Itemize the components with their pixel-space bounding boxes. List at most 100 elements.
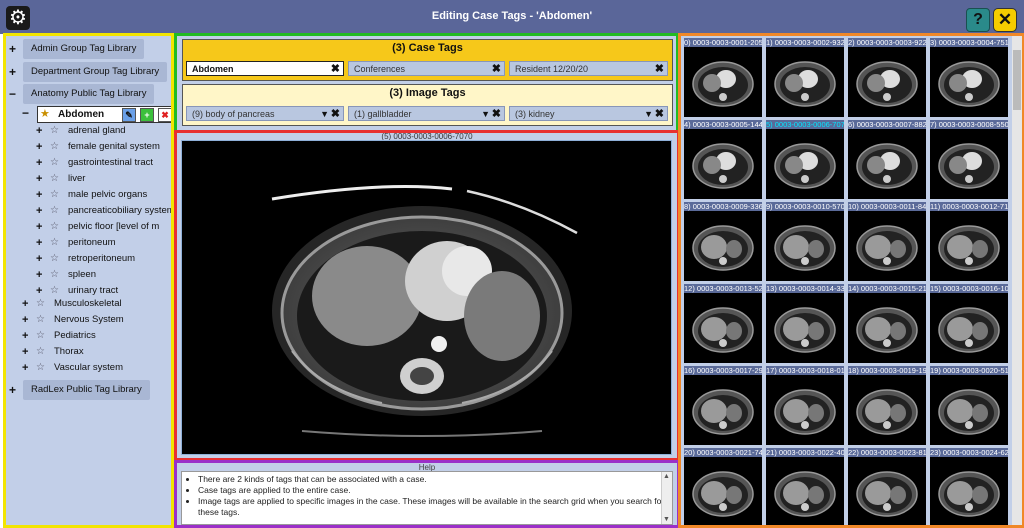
filter-icon[interactable]: ▼ — [644, 107, 653, 122]
tree-item-label: pelvic floor [level of m — [68, 221, 160, 232]
expand-icon[interactable]: + — [36, 155, 42, 171]
star-icon[interactable]: ☆ — [36, 312, 45, 328]
star-icon[interactable]: ☆ — [50, 203, 59, 219]
image-thumbnail[interactable]: 23) 0003-0003-0024-6200 — [930, 448, 1008, 525]
library-button[interactable]: Anatomy Public Tag Library — [23, 84, 155, 104]
filter-icon[interactable]: ▼ — [481, 107, 490, 122]
star-icon[interactable]: ☆ — [50, 171, 59, 187]
image-thumbnail[interactable]: 4) 0003-0003-0005-1440 — [684, 120, 762, 199]
library-button[interactable]: Admin Group Tag Library — [23, 39, 145, 59]
thumbnail-label: 1) 0003-0003-0002-9320 — [766, 38, 844, 47]
expand-icon[interactable]: + — [36, 251, 42, 267]
expand-icon[interactable]: + — [22, 328, 28, 344]
image-thumbnail[interactable]: 11) 0003-0003-0012-7100 — [930, 202, 1008, 281]
star-icon[interactable]: ☆ — [36, 360, 45, 376]
remove-icon[interactable]: ✖ — [331, 62, 340, 77]
image-tag-kidney[interactable]: (3) kidney ▼ ✖ — [509, 106, 668, 121]
star-icon[interactable]: ☆ — [36, 328, 45, 344]
star-icon[interactable]: ☆ — [50, 235, 59, 251]
image-thumbnail[interactable]: 0) 0003-0003-0001-2050 — [684, 38, 762, 117]
expand-icon[interactable]: + — [36, 219, 42, 235]
close-button[interactable]: ✕ — [993, 8, 1017, 32]
scroll-down-icon[interactable]: ▼ — [663, 516, 670, 523]
image-thumbnail[interactable]: 13) 0003-0003-0014-3300 — [766, 284, 844, 363]
thumbnail-image — [684, 47, 762, 117]
image-thumbnail[interactable]: 7) 0003-0003-0008-5500 — [930, 120, 1008, 199]
selected-tag-abdomen[interactable]: ★ Abdomen ✎ + ✖ — [37, 106, 171, 123]
image-thumbnail[interactable]: 18) 0003-0003-0019-1900 — [848, 366, 926, 445]
image-tag-gallbladder[interactable]: (1) gallbladder ▼ ✖ — [348, 106, 505, 121]
image-thumbnail[interactable]: 5) 0003-0003-0006-7070 — [766, 120, 844, 199]
expand-icon[interactable]: + — [36, 139, 42, 155]
remove-icon[interactable]: ✖ — [331, 107, 340, 122]
expand-icon[interactable]: + — [9, 62, 21, 82]
image-thumbnail[interactable]: 16) 0003-0003-0017-2900 — [684, 366, 762, 445]
case-tag-resident[interactable]: Resident 12/20/20 ✖ — [509, 61, 668, 76]
expand-icon[interactable]: + — [22, 296, 28, 312]
image-thumbnail[interactable]: 17) 0003-0003-0018-0100 — [766, 366, 844, 445]
help-scrollbar[interactable]: ▲ ▼ — [661, 472, 672, 524]
delete-icon[interactable]: ✖ — [158, 108, 171, 122]
library-button[interactable]: RadLex Public Tag Library — [23, 380, 150, 400]
star-icon[interactable]: ☆ — [36, 344, 45, 360]
expand-icon[interactable]: + — [36, 235, 42, 251]
expand-icon[interactable]: + — [9, 39, 21, 59]
remove-icon[interactable]: ✖ — [492, 62, 501, 77]
scroll-up-icon[interactable]: ▲ — [663, 473, 670, 480]
expand-icon[interactable]: + — [22, 344, 28, 360]
image-thumbnail[interactable]: 22) 0003-0003-0023-8100 — [848, 448, 926, 525]
library-button[interactable]: Department Group Tag Library — [23, 62, 168, 82]
collapse-icon[interactable]: − — [22, 106, 29, 121]
edit-icon[interactable]: ✎ — [122, 108, 136, 122]
star-icon[interactable]: ☆ — [50, 123, 59, 139]
image-tag-pancreas[interactable]: (9) body of pancreas ▼ ✖ — [186, 106, 344, 121]
star-icon[interactable]: ☆ — [50, 139, 59, 155]
image-thumbnail[interactable]: 1) 0003-0003-0002-9320 — [766, 38, 844, 117]
star-icon[interactable]: ★ — [40, 107, 50, 122]
scrollbar-thumb[interactable] — [1013, 50, 1021, 110]
tree-item-label: male pelvic organs — [68, 189, 148, 200]
filter-icon[interactable]: ▼ — [320, 107, 329, 122]
expand-icon[interactable]: + — [36, 203, 42, 219]
remove-icon[interactable]: ✖ — [492, 107, 501, 122]
image-thumbnail[interactable]: 10) 0003-0003-0011-8400 — [848, 202, 926, 281]
ct-image[interactable] — [181, 140, 672, 455]
image-thumbnail[interactable]: 19) 0003-0003-0020-5100 — [930, 366, 1008, 445]
expand-icon[interactable]: + — [36, 187, 42, 203]
image-thumbnail[interactable]: 21) 0003-0003-0022-4000 — [766, 448, 844, 525]
thumbnail-label: 18) 0003-0003-0019-1900 — [848, 366, 926, 375]
tree-item-label: Musculoskeletal — [54, 298, 122, 309]
case-tag-abdomen[interactable]: Abdomen ✖ — [186, 61, 344, 76]
expand-icon[interactable]: + — [36, 267, 42, 283]
add-icon[interactable]: + — [140, 108, 154, 122]
image-thumbnail[interactable]: 14) 0003-0003-0015-2100 — [848, 284, 926, 363]
image-thumbnail[interactable]: 15) 0003-0003-0016-1000 — [930, 284, 1008, 363]
image-thumbnail[interactable]: 12) 0003-0003-0013-5200 — [684, 284, 762, 363]
image-thumbnail[interactable]: 20) 0003-0003-0021-7400 — [684, 448, 762, 525]
expand-icon[interactable]: + — [36, 123, 42, 139]
expand-icon[interactable]: + — [22, 312, 28, 328]
expand-icon[interactable]: + — [22, 360, 28, 376]
star-icon[interactable]: ☆ — [50, 155, 59, 171]
image-thumbnail[interactable]: 8) 0003-0003-0009-3360 — [684, 202, 762, 281]
expand-icon[interactable]: + — [9, 380, 21, 400]
expand-icon[interactable]: + — [36, 171, 42, 187]
star-icon[interactable]: ☆ — [50, 251, 59, 267]
grid-scrollbar[interactable] — [1012, 36, 1022, 525]
remove-icon[interactable]: ✖ — [655, 107, 664, 122]
collapse-icon[interactable]: − — [9, 84, 21, 104]
remove-icon[interactable]: ✖ — [655, 62, 664, 77]
star-icon[interactable]: ☆ — [50, 219, 59, 235]
image-thumbnail[interactable]: 3) 0003-0003-0004-7510 — [930, 38, 1008, 117]
selected-tag-row[interactable]: − ★ Abdomen ✎ + ✖ — [20, 106, 171, 123]
star-icon[interactable]: ☆ — [50, 267, 59, 283]
image-thumbnail[interactable]: 2) 0003-0003-0003-9225 — [848, 38, 926, 117]
thumbnail-label: 0) 0003-0003-0001-2050 — [684, 38, 762, 47]
star-icon[interactable]: ☆ — [50, 187, 59, 203]
star-icon[interactable]: ☆ — [36, 296, 45, 312]
help-button[interactable]: ? — [966, 8, 990, 32]
case-tag-conferences[interactable]: Conferences ✖ — [348, 61, 505, 76]
image-thumbnail[interactable]: 6) 0003-0003-0007-8820 — [848, 120, 926, 199]
image-thumbnail[interactable]: 9) 0003-0003-0010-5700 — [766, 202, 844, 281]
help-text-box[interactable]: There are 2 kinds of tags that can be as… — [181, 471, 673, 525]
